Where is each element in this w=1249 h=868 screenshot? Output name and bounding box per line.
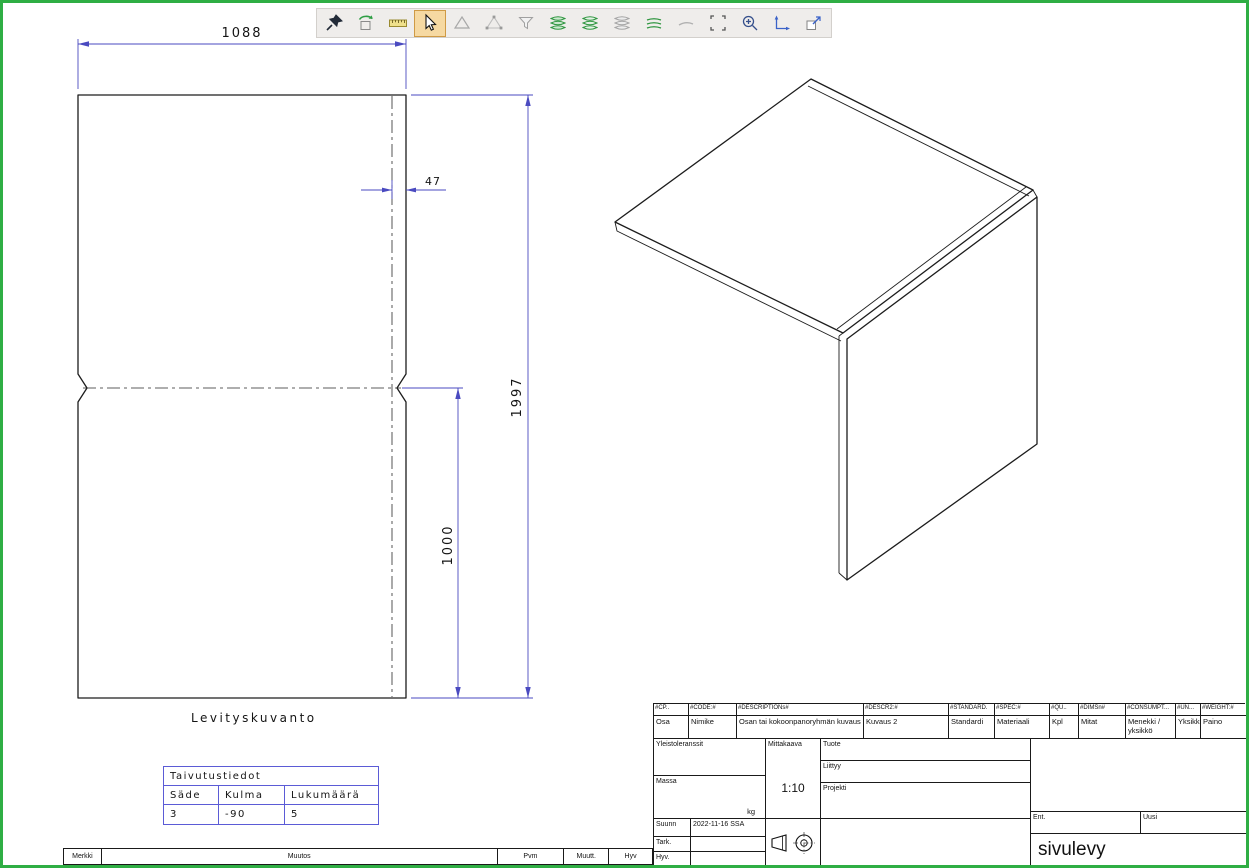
bend-count-value: 5: [285, 805, 378, 824]
empty-cell: [1031, 739, 1246, 812]
zoom-in-icon[interactable]: [734, 10, 766, 37]
rev-pvm: Pvm: [498, 849, 565, 864]
layer-lines-icon[interactable]: [638, 10, 670, 37]
label-kuvaus2: Kuvaus 2: [864, 716, 949, 739]
flat-pattern-view[interactable]: 1088 47 1997: [78, 26, 533, 725]
bend-data-table[interactable]: Taivutustiedot Säde Kulma Lukumäärä 3 -9…: [163, 766, 379, 825]
general-tolerances-cell: Yleistoleranssit: [654, 739, 766, 776]
flat-pattern-label: Levityskuvanto: [191, 711, 317, 725]
new-cell: Uusi: [1141, 812, 1246, 834]
bend-col-count: Lukumäärä: [285, 786, 378, 804]
product-cell[interactable]: Tuote: [821, 739, 1031, 761]
label-yksikko: Yksikkö: [1176, 716, 1201, 739]
iso-side-face: [847, 197, 1037, 580]
mass-cell: Massa kg: [654, 776, 766, 819]
isometric-view[interactable]: [615, 79, 1037, 580]
export-view-icon[interactable]: [798, 10, 830, 37]
projection-symbol-cell: [766, 819, 821, 866]
iso-top-face: [615, 79, 1033, 333]
designed-label-cell: Suunn: [654, 819, 691, 837]
filter-icon[interactable]: [510, 10, 542, 37]
move-origin-icon[interactable]: [766, 10, 798, 37]
revision-strip: Merkki Muutos Pvm Muutt. Hyv: [63, 848, 653, 865]
label-nimike: Nimike: [689, 716, 737, 739]
rev-muutt: Muutt.: [564, 849, 609, 864]
label-kuvaus: Osan tai kokoonpanoryhmän kuvaus: [737, 716, 864, 739]
area-select-icon[interactable]: [702, 10, 734, 37]
code-cell: #DESCRIPTIONs#: [737, 704, 864, 716]
code-cell: #UN...: [1176, 704, 1201, 716]
code-cell: #SPEC:#: [995, 704, 1050, 716]
polygon-vertex-tool-icon[interactable]: [478, 10, 510, 37]
title-block: #CP.. #CODE:# #DESCRIPTIONs# #DESCR2:# #…: [653, 703, 1245, 865]
dim-width-text: 1088: [221, 26, 262, 41]
bend-radius-value: 3: [164, 805, 219, 824]
empty-cell: [821, 819, 1031, 866]
approved-label-cell: Hyv.: [654, 852, 691, 866]
pin-icon[interactable]: [318, 10, 350, 37]
code-cell: #DIMSn#: [1079, 704, 1126, 716]
mass-label: Massa: [656, 778, 677, 785]
view-toolbar: [316, 8, 832, 38]
checked-label-cell: Tark.: [654, 837, 691, 852]
label-mitat: Mitat: [1079, 716, 1126, 739]
scale-value[interactable]: 1:10: [766, 781, 820, 795]
designed-value-cell[interactable]: 2022-11-16 SSA: [691, 819, 766, 837]
code-cell: #STANDARD.: [949, 704, 995, 716]
projection-symbol-icon: [768, 831, 818, 855]
dim-lower-height-text: 1000: [441, 524, 456, 565]
measure-ruler-icon[interactable]: [382, 10, 414, 37]
scale-label: Mittakaava: [768, 741, 802, 748]
polygon-tool-icon[interactable]: [446, 10, 478, 37]
dim-flange[interactable]: 47: [361, 175, 446, 199]
dim-total-height-text: 1997: [510, 376, 525, 417]
code-cell: #CODE:#: [689, 704, 737, 716]
approved-value-cell[interactable]: [691, 852, 766, 866]
layers-mid-icon[interactable]: [574, 10, 606, 37]
mass-unit: kg: [747, 807, 755, 816]
label-standardi: Standardi: [949, 716, 995, 739]
cad-viewport: 1088 47 1997: [0, 0, 1249, 868]
bend-col-angle: Kulma: [219, 786, 285, 804]
label-materiaali: Materiaali: [995, 716, 1050, 739]
checked-value-cell[interactable]: [691, 837, 766, 852]
label-paino: Paino: [1201, 716, 1246, 739]
dim-lower-height[interactable]: 1000: [402, 388, 463, 698]
label-kpl: Kpl: [1050, 716, 1079, 739]
layers-front-icon[interactable]: [542, 10, 574, 37]
dim-flange-text: 47: [425, 175, 441, 188]
rev-hyv: Hyv: [609, 849, 652, 864]
line-tool-icon[interactable]: [670, 10, 702, 37]
flat-pattern-outline: [78, 95, 406, 698]
bend-table-title: Taivutustiedot: [164, 767, 378, 786]
layers-off-icon[interactable]: [606, 10, 638, 37]
rev-merkki: Merkki: [64, 849, 102, 864]
bend-angle-value: -90: [219, 805, 285, 824]
code-cell: #WEIGHT:#: [1201, 704, 1246, 716]
select-cursor-icon[interactable]: [414, 10, 446, 37]
part-name-cell[interactable]: sivulevy: [1031, 834, 1246, 866]
bend-col-radius: Säde: [164, 786, 219, 804]
rev-muutos: Muutos: [102, 849, 498, 864]
scale-cell: Mittakaava 1:10: [766, 739, 821, 819]
code-cell: #CP..: [654, 704, 689, 716]
code-cell: #QU..: [1050, 704, 1079, 716]
label-osa: Osa: [654, 716, 689, 739]
label-menekki: Menekki / yksikkö: [1126, 716, 1176, 739]
code-cell: #DESCR2:#: [864, 704, 949, 716]
project-cell[interactable]: Projekti: [821, 783, 1031, 819]
code-cell: #CONSUMPT...: [1126, 704, 1176, 716]
rotate-view-icon[interactable]: [350, 10, 382, 37]
ent-cell: Ent.: [1031, 812, 1141, 834]
related-cell[interactable]: Liittyy: [821, 761, 1031, 783]
